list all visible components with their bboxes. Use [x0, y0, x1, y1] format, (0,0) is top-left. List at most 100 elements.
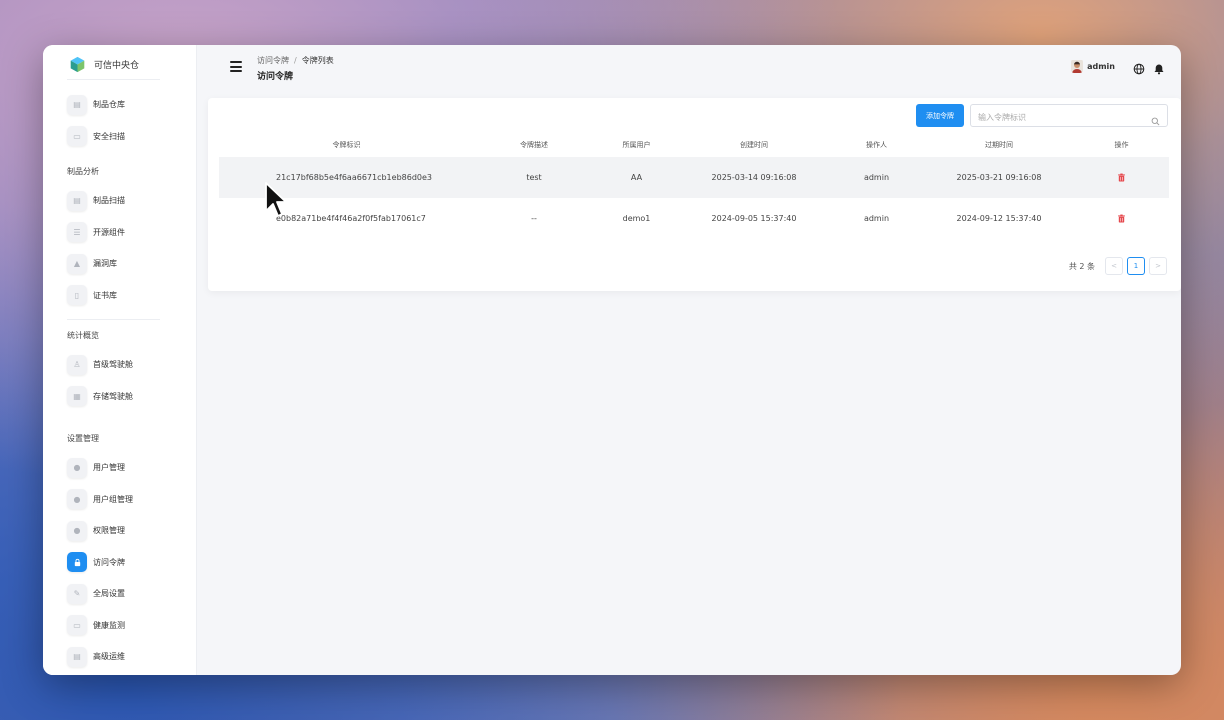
sidebar-item-label: 权限管理 [93, 526, 125, 536]
cell-desc: test [474, 157, 594, 198]
avatar[interactable] [1071, 59, 1084, 73]
header: 访问令牌 / 令牌列表 访问令牌 admin [197, 45, 1181, 95]
column-header-created: 创建时间 [740, 140, 768, 149]
sidebar-item-label: 存储驾驶舱 [93, 391, 133, 401]
sidebar-item-label: 安全扫描 [93, 131, 125, 141]
cell-operator: admin [863, 214, 890, 223]
add-token-button[interactable]: 添加令牌 [916, 104, 964, 127]
sidebar-item-artifacts[interactable]: ▤ 制品仓库 [43, 89, 196, 121]
trash-icon[interactable] [1117, 173, 1126, 182]
cell-operator: admin [829, 157, 924, 198]
sidebar-item-label: 制品扫描 [93, 196, 125, 206]
sidebar-item-security-scan[interactable]: ▭ 安全扫描 [43, 121, 196, 153]
brand[interactable]: 可信中央仓 [43, 49, 196, 79]
sidebar-item-access-token[interactable]: 访问令牌 [43, 547, 196, 579]
nav-group-title: 设置管理 [67, 434, 99, 443]
tools-icon: ▤ [67, 646, 87, 667]
sidebar-item-health-monitor[interactable]: ▭ 健康监测 [43, 610, 196, 642]
scan-icon: ▭ [67, 126, 87, 147]
cell-created: 2024-09-05 15:37:40 [711, 214, 797, 223]
column-header-actions: 操作 [1114, 140, 1129, 149]
sidebar-item-label: 漏洞库 [93, 259, 117, 269]
breadcrumb: 访问令牌 / 令牌列表 [257, 55, 334, 66]
nav-group-title: 统计概览 [67, 331, 99, 340]
table-row[interactable]: 21c17bf68b5e4f6aa6671cb1eb86d0e3 test AA… [219, 157, 1169, 198]
globe-icon[interactable] [1133, 60, 1145, 75]
page-title: 访问令牌 [257, 72, 294, 82]
scan-doc-icon: ▤ [67, 190, 87, 211]
cell-created: 2025-03-14 09:16:08 [679, 157, 829, 198]
sidebar-item-vuln-db[interactable]: ▲ 漏洞库 [43, 248, 196, 280]
brand-name: 可信中央仓 [94, 60, 140, 71]
sidebar-item-label: 首级驾驶舱 [93, 360, 133, 370]
sidebar-item-label: 用户管理 [93, 463, 125, 473]
menu-toggle-icon[interactable] [230, 61, 242, 73]
mouse-cursor-icon [264, 181, 288, 221]
column-header-expires: 过期时间 [985, 140, 1013, 149]
sidebar-item-advanced-ops[interactable]: ▤ 高级运维 [43, 641, 196, 673]
sidebar: 可信中央仓 ▤ 制品仓库 ▭ 安全扫描 制品分析 ▤ 制品扫描 ☰ 开源组件 ▲… [43, 45, 197, 675]
sidebar-item-global-settings[interactable]: ✎ 全局设置 [43, 578, 196, 610]
header-actions: admin [1071, 59, 1165, 75]
list-icon: ☰ [67, 222, 87, 243]
search-icon[interactable] [1151, 111, 1160, 126]
sidebar-item-group-mgmt[interactable]: ● 用户组管理 [43, 484, 196, 516]
sidebar-item-label: 健康监测 [93, 620, 125, 630]
token-table: 令牌标识 令牌描述 所属用户 创建时间 操作人 过期时间 操作 21c17bf6… [219, 132, 1169, 239]
cell-actions [1074, 198, 1169, 239]
column-header-operator: 操作人 [866, 140, 887, 149]
cell-owner: demo1 [622, 214, 651, 223]
trash-icon[interactable] [1117, 214, 1126, 223]
breadcrumb-item[interactable]: 访问令牌 [257, 56, 289, 65]
bell-icon[interactable] [1153, 60, 1165, 75]
sidebar-item-permission-mgmt[interactable]: ● 权限管理 [43, 515, 196, 547]
sidebar-item-dashboard-storage[interactable]: ▦ 存储驾驶舱 [43, 381, 196, 413]
sidebar-item-label: 证书库 [93, 290, 117, 300]
sidebar-item-open-source[interactable]: ☰ 开源组件 [43, 217, 196, 249]
username[interactable]: admin [1087, 62, 1115, 71]
column-header-owner: 所属用户 [622, 140, 651, 149]
user-icon: ● [67, 457, 87, 478]
column-header-token: 令牌标识 [332, 140, 361, 149]
token-list-card: 添加令牌 令牌标识 令牌描述 所属用户 创建时间 操作人 过期时间 操作 [208, 98, 1181, 291]
cell-actions [1074, 157, 1169, 198]
cell-desc: -- [531, 214, 537, 223]
table-header-row: 令牌标识 令牌描述 所属用户 创建时间 操作人 过期时间 操作 [219, 132, 1169, 157]
person-icon: ♙ [67, 354, 87, 375]
pagination-total: 共 2 条 [1068, 261, 1095, 271]
sidebar-item-label: 高级运维 [93, 652, 125, 662]
wrench-icon: ✎ [67, 583, 87, 604]
sidebar-item-cert-db[interactable]: ▯ 证书库 [43, 280, 196, 312]
pagination-page-button[interactable]: 1 [1127, 257, 1145, 275]
sidebar-item-artifact-scan[interactable]: ▤ 制品扫描 [43, 185, 196, 217]
cell-owner: AA [594, 157, 679, 198]
cell-token: e0b82a71be4f4f46a2f0f5fab17061c7 [276, 214, 426, 223]
app-window: 可信中央仓 ▤ 制品仓库 ▭ 安全扫描 制品分析 ▤ 制品扫描 ☰ 开源组件 ▲… [43, 45, 1181, 675]
cube-logo-icon [69, 56, 86, 73]
cert-icon: ▯ [67, 285, 87, 306]
cell-token: 21c17bf68b5e4f6aa6671cb1eb86d0e3 [219, 157, 474, 198]
grid-icon: ▦ [67, 386, 87, 407]
pagination-prev-button[interactable]: < [1105, 257, 1123, 275]
cell-expires: 2024-09-12 15:37:40 [956, 214, 1042, 223]
breadcrumb-separator: / [294, 56, 297, 65]
table-row[interactable]: e0b82a71be4f4f46a2f0f5fab17061c7 -- demo… [219, 198, 1169, 239]
users-icon: ● [67, 489, 87, 510]
bug-icon: ▲ [67, 253, 87, 274]
box-icon: ▤ [67, 94, 87, 115]
lock-icon [67, 552, 87, 573]
cell-expires: 2025-03-21 09:16:08 [924, 157, 1074, 198]
breadcrumb-item-current: 令牌列表 [301, 56, 334, 65]
pagination: 共 2 条 < 1 > [1069, 257, 1167, 275]
search-box[interactable] [970, 104, 1168, 128]
sidebar-item-label: 全局设置 [93, 589, 125, 599]
sidebar-item-label: 制品仓库 [93, 100, 125, 110]
sidebar-item-label: 开源组件 [93, 227, 125, 237]
column-header-desc: 令牌描述 [520, 140, 548, 149]
sidebar-item-label: 用户组管理 [93, 494, 133, 504]
sidebar-item-dashboard-primary[interactable]: ♙ 首级驾驶舱 [43, 349, 196, 381]
sidebar-item-user-mgmt[interactable]: ● 用户管理 [43, 452, 196, 484]
sidebar-item-label: 访问令牌 [93, 557, 125, 567]
pagination-next-button[interactable]: > [1149, 257, 1167, 275]
search-input[interactable] [971, 107, 1141, 128]
